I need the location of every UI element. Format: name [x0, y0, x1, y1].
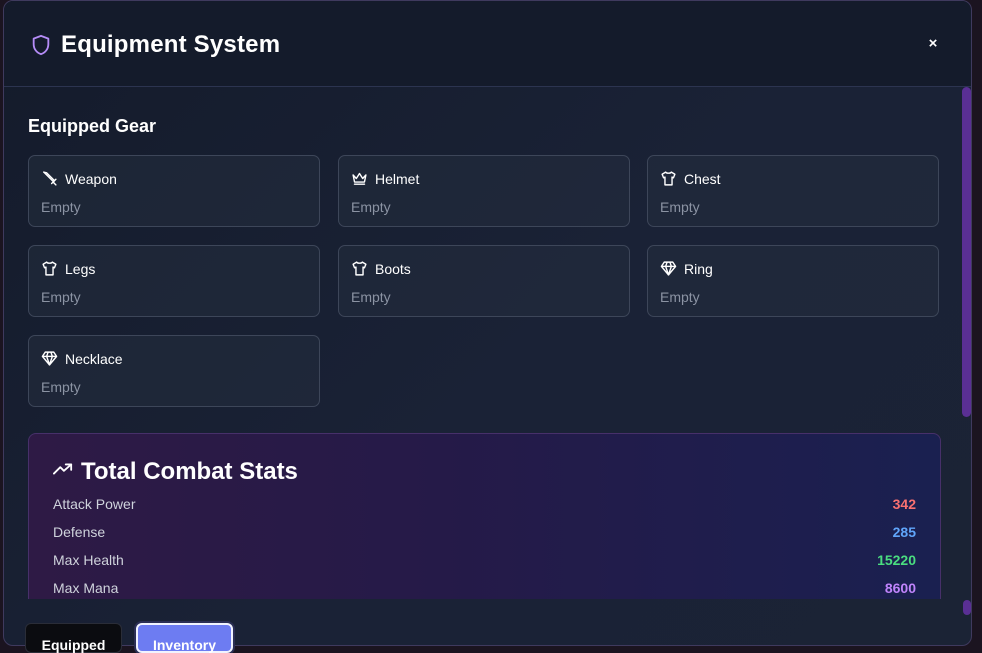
- gem-icon: [41, 351, 58, 366]
- slot-value: Empty: [660, 199, 700, 215]
- shield-icon: [32, 34, 50, 56]
- shirt-icon: [42, 261, 57, 276]
- slot-value: Empty: [351, 199, 391, 215]
- stat-row-defense: Defense 285: [53, 524, 916, 544]
- shirt-icon: [352, 261, 367, 276]
- shirt-icon: [661, 171, 676, 186]
- slot-name: Chest: [684, 171, 721, 187]
- slot-ring[interactable]: Ring Empty: [647, 245, 939, 317]
- close-button[interactable]: ×: [923, 34, 943, 54]
- slot-name: Helmet: [375, 171, 420, 187]
- stat-row-mana: Max Mana 8600: [53, 580, 916, 599]
- slot-weapon[interactable]: Weapon Empty: [28, 155, 320, 227]
- stat-label: Defense: [53, 524, 106, 540]
- slot-chest[interactable]: Chest Empty: [647, 155, 939, 227]
- scrollbar-thumb[interactable]: [962, 87, 971, 417]
- stat-value: 285: [892, 524, 916, 540]
- equipped-gear-heading: Equipped Gear: [28, 116, 157, 136]
- modal-content: Equipped Gear Weapon Empty Helmet Empty …: [4, 87, 971, 599]
- sword-icon: [43, 171, 57, 186]
- gem-icon: [660, 261, 677, 276]
- slot-value: Empty: [41, 379, 81, 395]
- modal-title: Equipment System: [61, 31, 281, 58]
- slot-value: Empty: [41, 289, 81, 305]
- stat-value: 15220: [877, 552, 916, 568]
- combat-stats-panel: Total Combat Stats Attack Power 342 Defe…: [28, 433, 941, 599]
- slot-legs[interactable]: Legs Empty: [28, 245, 320, 317]
- combat-stats-title: Total Combat Stats: [81, 458, 298, 485]
- stat-row-attack: Attack Power 342: [53, 496, 916, 516]
- slot-value: Empty: [660, 289, 700, 305]
- equipment-modal: Equipment System × Equipped Gear Weapon …: [3, 0, 972, 646]
- slot-value: Empty: [351, 289, 391, 305]
- trending-up-icon: [53, 463, 73, 475]
- slot-value: Empty: [41, 199, 81, 215]
- slot-necklace[interactable]: Necklace Empty: [28, 335, 320, 407]
- crown-icon: [352, 172, 367, 185]
- slot-helmet[interactable]: Helmet Empty: [338, 155, 630, 227]
- slot-name: Ring: [684, 261, 713, 277]
- slot-name: Necklace: [65, 351, 123, 367]
- modal-header: Equipment System ×: [4, 1, 971, 87]
- stat-row-health: Max Health 15220: [53, 552, 916, 572]
- slot-name: Weapon: [65, 171, 117, 187]
- tab-equipped[interactable]: Equipped: [25, 623, 122, 653]
- stat-label: Attack Power: [53, 496, 136, 512]
- slot-name: Legs: [65, 261, 96, 277]
- stat-label: Max Health: [53, 552, 124, 568]
- stat-value: 8600: [884, 580, 916, 596]
- slot-name: Boots: [375, 261, 411, 277]
- scrollbar-down-arrow[interactable]: [963, 600, 971, 615]
- tab-inventory[interactable]: Inventory: [136, 623, 233, 653]
- stat-label: Max Mana: [53, 580, 119, 596]
- slot-boots[interactable]: Boots Empty: [338, 245, 630, 317]
- stat-value: 342: [892, 496, 916, 512]
